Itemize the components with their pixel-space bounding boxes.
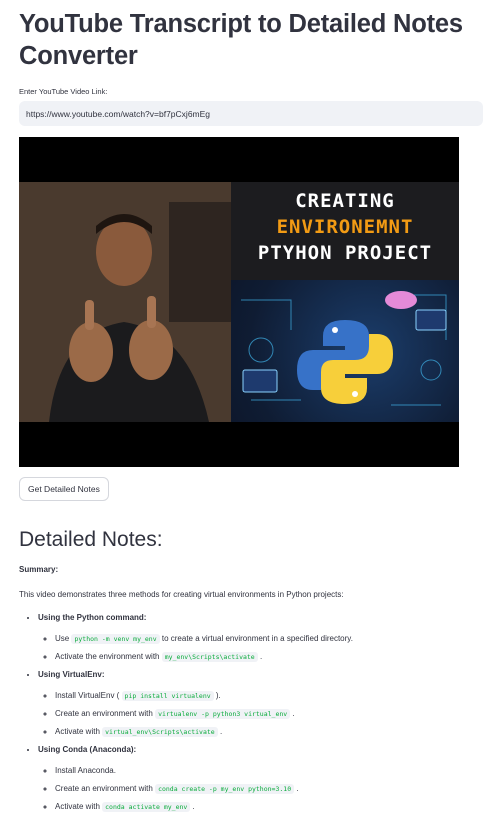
step-text: . [294,784,299,793]
step-item: Install VirtualEnv ( pip install virtual… [55,691,483,701]
summary-label: Summary: [19,565,59,574]
get-detailed-notes-button[interactable]: Get Detailed Notes [19,477,109,501]
step-code: virtualenv -p python3 virtual_env [155,709,291,719]
step-text: Install Anaconda. [55,766,116,775]
step-text: ). [213,691,221,700]
step-item: Create an environment with conda create … [55,784,483,794]
thumbnail-text-creating: CREATING [295,190,395,212]
step-text: . [290,709,295,718]
detailed-notes-heading: Detailed Notes: [19,528,163,551]
step-item: Activate with conda activate my_env . [55,802,483,812]
step-text: Activate with [55,727,103,736]
thumbnail-text-environment: ENVIRONEMNT [276,216,414,238]
python-logo-icon [241,291,447,406]
step-item: Install Anaconda. [55,766,483,775]
step-code: my_env\Scripts\activate [161,652,258,662]
step-code: virtual_env\Scripts\activate [102,727,218,737]
method-steps: Install VirtualEnv ( pip install virtual… [38,691,483,737]
presenter-image [19,182,231,422]
step-item: Activate with virtual_env\Scripts\activa… [55,727,483,737]
methods-list: Using the Python command: Use python -m … [19,613,483,812]
method-title: Using VirtualEnv: [38,670,105,679]
method-item: Using Conda (Anaconda): Install Anaconda… [38,745,483,812]
main-container: YouTube Transcript to Detailed Notes Con… [0,0,502,812]
step-item: Create an environment with virtualenv -p… [55,709,483,719]
url-field-label: Enter YouTube Video Link: [19,87,108,96]
step-item: Use python -m venv my_env to create a vi… [55,634,483,644]
youtube-url-input[interactable] [19,101,483,126]
method-steps: Use python -m venv my_env to create a vi… [38,634,483,662]
step-text: . [190,802,195,811]
step-code: conda create -p my_env python=3.10 [155,784,295,794]
method-item: Using VirtualEnv: Install VirtualEnv ( p… [38,670,483,737]
thumbnail-artwork: CREATING ENVIRONEMNT PTYHON PROJECT [231,182,459,422]
thumbnail-text-python-project: PTYHON PROJECT [257,242,433,264]
page-title: YouTube Transcript to Detailed Notes Con… [19,10,463,70]
method-steps: Install Anaconda. Create an environment … [38,766,483,812]
step-text: Create an environment with [55,709,156,718]
step-text: Activate with [55,802,103,811]
step-code: pip install virtualenv [121,691,214,701]
step-text: Use [55,634,72,643]
step-text: Activate the environment with [55,652,162,661]
step-text: . [217,727,223,736]
summary-text: This video demonstrates three methods fo… [19,590,344,599]
step-text: Install VirtualEnv ( [55,691,122,700]
method-title: Using the Python command: [38,613,147,622]
method-item: Using the Python command: Use python -m … [38,613,483,662]
thumbnail-banner: CREATING ENVIRONEMNT PTYHON PROJECT [231,182,459,280]
step-code: conda activate my_env [102,802,191,812]
step-text: Create an environment with [55,784,156,793]
step-item: Activate the environment with my_env\Scr… [55,652,483,662]
step-code: python -m venv my_env [71,634,160,644]
step-text: to create a virtual environment in a spe… [159,634,353,643]
step-text: . [257,652,263,661]
method-title: Using Conda (Anaconda): [38,745,137,754]
video-player[interactable]: CREATING ENVIRONEMNT PTYHON PROJECT [19,137,459,467]
video-thumbnail: CREATING ENVIRONEMNT PTYHON PROJECT [19,182,459,422]
